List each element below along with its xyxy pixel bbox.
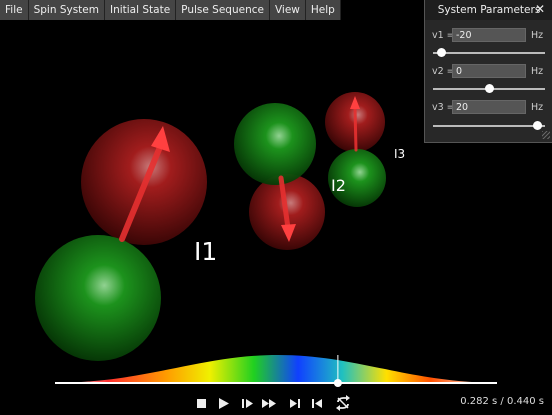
- slider-thumb[interactable]: [436, 48, 446, 57]
- close-icon[interactable]: ✕: [535, 2, 545, 16]
- resize-grip-icon[interactable]: [542, 131, 550, 139]
- param-slider-v3[interactable]: [433, 120, 545, 132]
- menu-file[interactable]: File: [0, 0, 29, 20]
- skip-to-start-icon[interactable]: [309, 395, 325, 411]
- time-readout: 0.282 s / 0.440 s: [460, 396, 544, 407]
- pulse-timeline[interactable]: [0, 345, 552, 387]
- menu-view[interactable]: View: [269, 0, 306, 20]
- skip-to-end-icon[interactable]: [287, 395, 303, 411]
- play-icon[interactable]: [215, 395, 231, 411]
- menu-spin-system[interactable]: Spin System: [28, 0, 105, 20]
- slider-thumb[interactable]: [533, 121, 543, 130]
- pulse-envelope: [55, 355, 497, 383]
- param-unit-v2: Hz: [531, 66, 544, 77]
- spin-label-i3: I3: [394, 147, 406, 161]
- slider-thumb[interactable]: [485, 84, 494, 93]
- spin-i1-down-sphere: [35, 235, 161, 361]
- slider-track: [433, 125, 545, 127]
- fast-forward-icon[interactable]: [261, 395, 277, 411]
- spin-label-i1: I1: [194, 237, 218, 266]
- param-input-v3[interactable]: 20: [452, 100, 526, 114]
- step-forward-icon[interactable]: [239, 395, 255, 411]
- menu-bar: File Spin System Initial State Pulse Seq…: [0, 0, 341, 20]
- menu-help[interactable]: Help: [305, 0, 341, 20]
- panel-header[interactable]: System Parameters ✕: [425, 0, 552, 20]
- slider-track: [433, 52, 545, 54]
- param-slider-v2[interactable]: [433, 83, 545, 95]
- loop-icon[interactable]: [334, 395, 350, 411]
- param-input-v1[interactable]: -20: [452, 28, 526, 42]
- system-parameters-panel: System Parameters ✕ v1 = -20 Hz v2 = 0 H…: [424, 0, 552, 143]
- spin-i2-down-sphere: [234, 103, 316, 185]
- menu-initial-state[interactable]: Initial State: [104, 0, 177, 20]
- playhead-knob[interactable]: [333, 379, 342, 387]
- param-input-v2[interactable]: 0: [452, 64, 526, 78]
- param-row-v3: v3 = 20 Hz: [425, 100, 552, 116]
- param-unit-v3: Hz: [531, 102, 544, 113]
- param-unit-v1: Hz: [531, 30, 544, 41]
- stop-icon[interactable]: [193, 395, 209, 411]
- spin-label-i2: I2: [331, 176, 346, 195]
- param-row-v1: v1 = -20 Hz: [425, 28, 552, 44]
- panel-title: System Parameters: [437, 4, 541, 16]
- menu-pulse-sequence[interactable]: Pulse Sequence: [176, 0, 270, 20]
- param-row-v2: v2 = 0 Hz: [425, 64, 552, 80]
- param-slider-v1[interactable]: [433, 47, 545, 59]
